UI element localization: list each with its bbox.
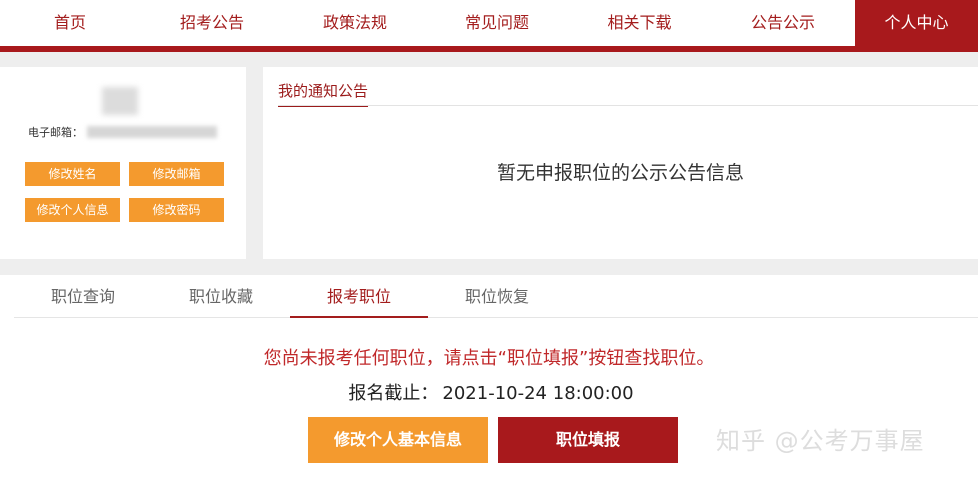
avatar xyxy=(102,87,138,115)
tab-position-search[interactable]: 职位查询 xyxy=(14,275,152,318)
tab-position-restore[interactable]: 职位恢复 xyxy=(428,275,566,318)
nav-item-downloads[interactable]: 相关下载 xyxy=(568,0,711,46)
no-application-warning: 您尚未报考任何职位，请点击“职位填报”按钮查找职位。 xyxy=(263,348,715,369)
notice-divider xyxy=(278,105,978,106)
edit-password-button[interactable]: 修改密码 xyxy=(129,198,224,222)
nav-item-public-notices[interactable]: 公告公示 xyxy=(711,0,855,46)
edit-personal-info-button[interactable]: 修改个人信息 xyxy=(25,198,120,222)
deadline-value: 2021-10-24 18:00:00 xyxy=(442,383,634,404)
nav-item-personal-center[interactable]: 个人中心 xyxy=(855,0,978,46)
profile-card: 电子邮箱： 修改姓名 修改邮箱 修改个人信息 修改密码 xyxy=(0,67,246,259)
edit-email-button[interactable]: 修改邮箱 xyxy=(129,162,224,186)
email-row: 电子邮箱： xyxy=(28,124,217,140)
apply-position-button[interactable]: 职位填报 xyxy=(498,417,678,463)
edit-name-button[interactable]: 修改姓名 xyxy=(25,162,120,186)
nav-item-home[interactable]: 首页 xyxy=(0,0,140,46)
tab-applied-positions[interactable]: 报考职位 xyxy=(290,275,428,318)
position-tabs: 职位查询 职位收藏 报考职位 职位恢复 xyxy=(14,275,978,318)
nav-item-policies[interactable]: 政策法规 xyxy=(284,0,426,46)
edit-basic-info-button[interactable]: 修改个人基本信息 xyxy=(308,417,488,463)
nav-item-recruitment-notices[interactable]: 招考公告 xyxy=(140,0,284,46)
nav-underline-bar xyxy=(0,46,978,52)
notice-empty-message: 暂无申报职位的公示公告信息 xyxy=(496,162,744,184)
notice-tab[interactable]: 我的通知公告 xyxy=(278,80,369,107)
deadline-label: 报名截止： xyxy=(348,383,439,404)
nav-item-faq[interactable]: 常见问题 xyxy=(426,0,568,46)
tab-position-favorites[interactable]: 职位收藏 xyxy=(152,275,290,318)
deadline-row: 报名截止： 2021-10-24 18:00:00 xyxy=(0,379,978,405)
notice-card: 我的通知公告 暂无申报职位的公示公告信息 xyxy=(263,67,978,259)
top-navigation: 首页 招考公告 政策法规 常见问题 相关下载 公告公示 个人中心 xyxy=(0,0,978,46)
watermark: 知乎 @公考万事屋 xyxy=(716,427,925,455)
email-label: 电子邮箱： xyxy=(28,126,83,139)
email-value-redacted xyxy=(87,126,217,138)
